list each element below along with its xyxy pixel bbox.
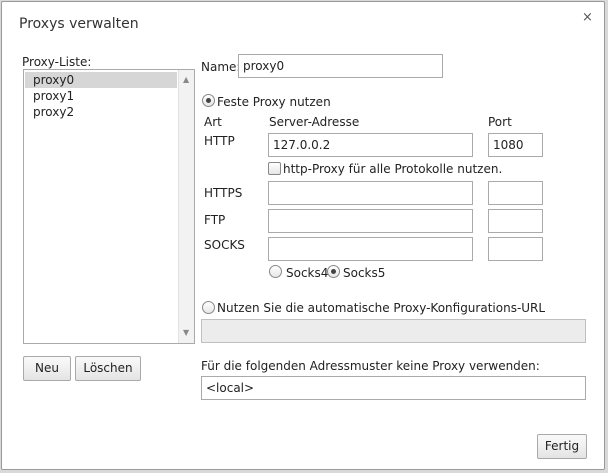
name-field[interactable]: proxy0 — [238, 54, 443, 78]
column-port-header: Port — [488, 115, 512, 129]
http-port-field[interactable]: 1080 — [488, 133, 543, 157]
https-label: HTTPS — [204, 186, 243, 200]
proxy-list-item-proxy2[interactable]: proxy2 — [25, 104, 177, 120]
socks-port-field[interactable] — [488, 237, 543, 261]
all-protocols-label: http-Proxy für alle Protokolle nutzen. — [283, 162, 503, 176]
done-button[interactable]: Fertig — [537, 434, 587, 459]
column-type-header: Art — [204, 115, 222, 129]
http-server-field[interactable]: 127.0.0.2 — [268, 133, 473, 157]
socks4-label: Socks4 — [286, 266, 329, 280]
proxy-dialog: Proxys verwalten × Proxy-Liste: proxy0 p… — [1, 1, 605, 470]
close-icon[interactable]: × — [582, 10, 593, 25]
ftp-port-field[interactable] — [488, 209, 543, 233]
manual-proxy-label: Feste Proxy nutzen — [217, 95, 331, 109]
socks-server-field[interactable] — [268, 237, 473, 261]
ftp-server-field[interactable] — [268, 209, 473, 233]
auto-config-radio[interactable] — [202, 301, 215, 314]
bypass-field[interactable]: <local> — [201, 376, 586, 400]
proxy-listbox[interactable]: proxy0 proxy1 proxy2 ▲ ▼ — [23, 69, 195, 344]
auto-config-url-field[interactable] — [201, 319, 586, 343]
bypass-label: Für die folgenden Adressmuster keine Pro… — [201, 359, 540, 373]
delete-proxy-button[interactable]: Löschen — [75, 356, 141, 381]
column-server-header: Server-Adresse — [269, 115, 360, 129]
socks5-radio[interactable] — [327, 265, 340, 278]
socks4-radio[interactable] — [269, 265, 282, 278]
dialog-title: Proxys verwalten — [19, 16, 139, 32]
https-port-field[interactable] — [488, 181, 543, 205]
socks-label: SOCKS — [204, 238, 245, 252]
proxy-list-scrollbar[interactable]: ▲ ▼ — [178, 70, 194, 343]
manual-proxy-radio[interactable] — [202, 94, 215, 107]
name-label: Name: — [201, 60, 241, 74]
new-proxy-button[interactable]: Neu — [23, 356, 71, 381]
https-server-field[interactable] — [268, 181, 473, 205]
proxy-list-item-proxy1[interactable]: proxy1 — [25, 88, 177, 104]
scroll-down-arrow-icon[interactable]: ▼ — [183, 329, 189, 337]
scroll-up-arrow-icon[interactable]: ▲ — [183, 76, 189, 84]
http-label: HTTP — [204, 134, 235, 148]
proxy-list-item-proxy0[interactable]: proxy0 — [25, 72, 177, 88]
socks5-label: Socks5 — [343, 266, 386, 280]
ftp-label: FTP — [204, 213, 226, 227]
auto-config-label: Nutzen Sie die automatische Proxy-Konfig… — [217, 301, 546, 315]
all-protocols-checkbox[interactable] — [268, 162, 281, 175]
proxy-list-label: Proxy-Liste: — [22, 55, 92, 69]
